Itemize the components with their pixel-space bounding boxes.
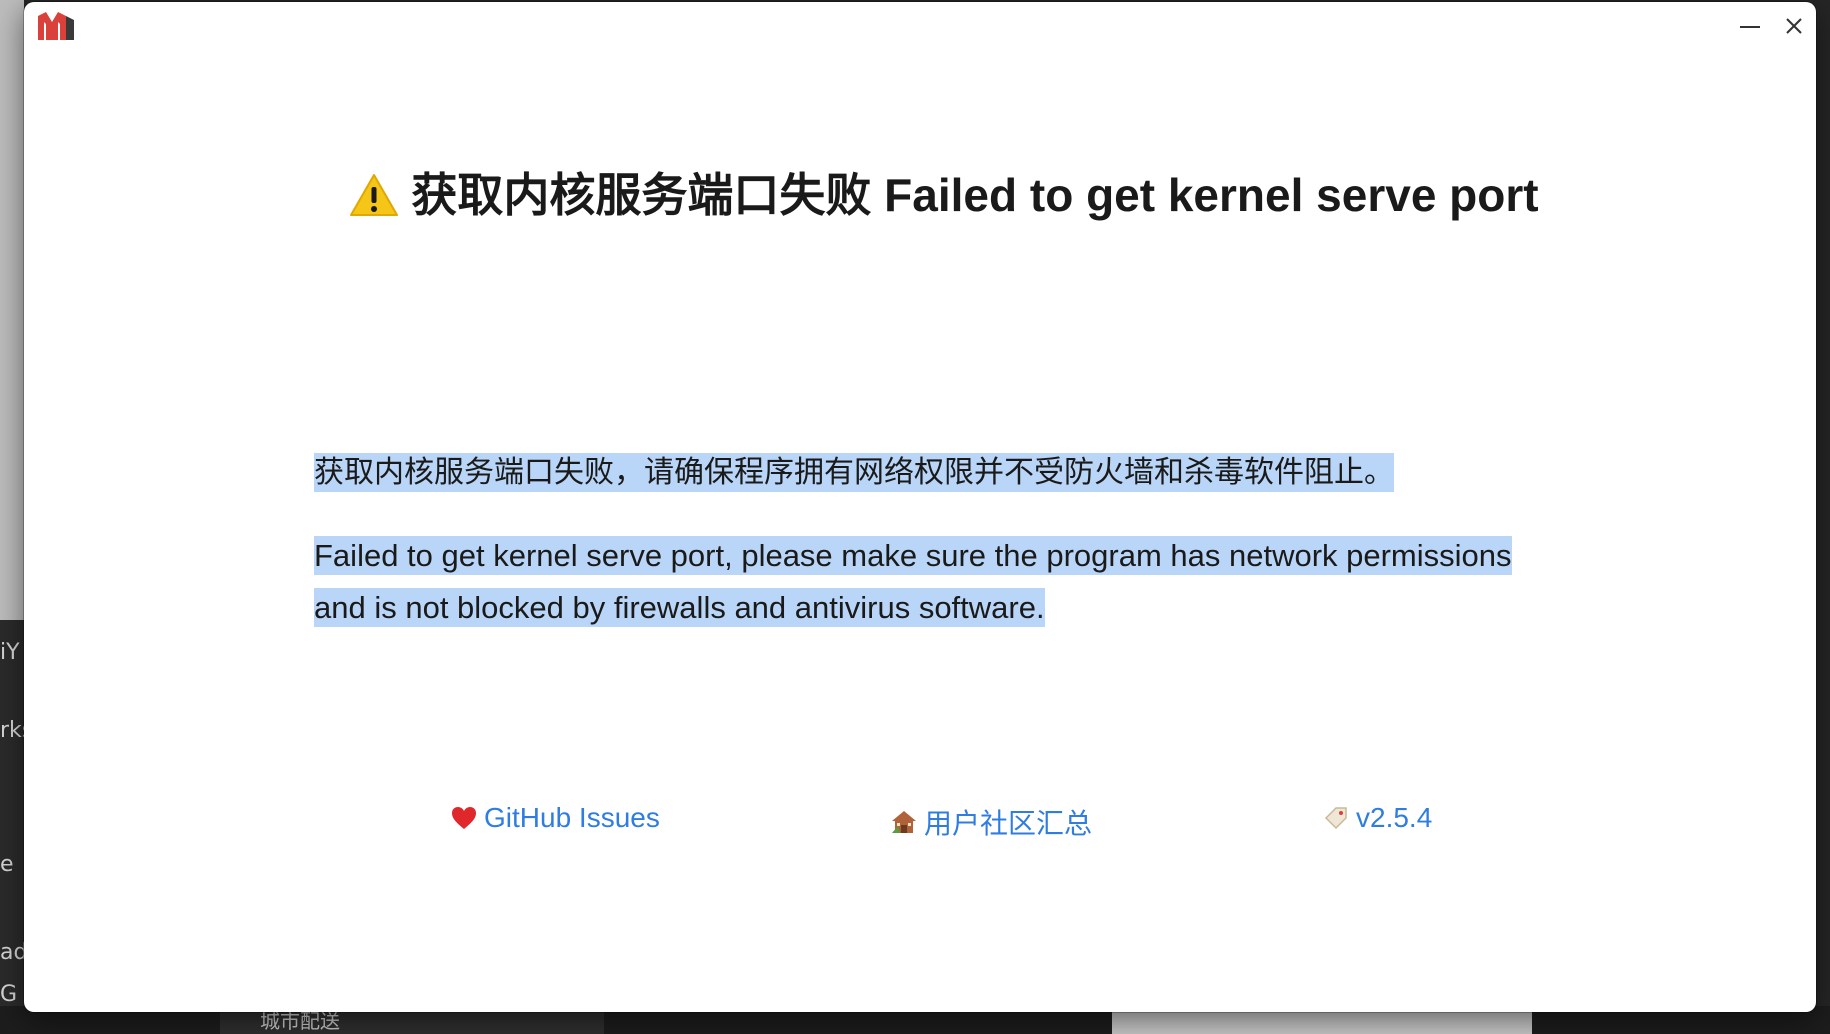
background-left-light-area bbox=[0, 0, 24, 620]
github-issues-link[interactable]: GitHub Issues bbox=[450, 802, 660, 834]
page-title-text: 获取内核服务端口失败 Failed to get kernel serve po… bbox=[411, 169, 1539, 221]
background-text-1: iY bbox=[0, 640, 20, 665]
error-message-english-text: Failed to get kernel serve port, please … bbox=[314, 536, 1512, 627]
version-link-label: v2.5.4 bbox=[1356, 802, 1433, 833]
page-title: 获取内核服务端口失败 Failed to get kernel serve po… bbox=[344, 170, 1544, 220]
background-text-5: G bbox=[0, 982, 18, 1007]
background-text-4: ad bbox=[0, 940, 24, 965]
app-logo-icon bbox=[38, 12, 74, 40]
minimize-button[interactable] bbox=[1730, 6, 1770, 46]
warning-icon bbox=[350, 174, 399, 216]
error-message-english: Failed to get kernel serve port, please … bbox=[314, 530, 1514, 634]
version-link[interactable]: v2.5.4 bbox=[1322, 802, 1432, 834]
error-message-chinese: 获取内核服务端口失败，请确保程序拥有网络权限并不受防火墙和杀毒软件阻止。 bbox=[314, 447, 1514, 499]
error-message-chinese-text: 获取内核服务端口失败，请确保程序拥有网络权限并不受防火墙和杀毒软件阻止。 bbox=[314, 453, 1394, 492]
background-text-2: rks bbox=[0, 718, 24, 743]
user-community-link[interactable]: 用户社区汇总 bbox=[890, 802, 1092, 842]
tag-icon bbox=[1324, 807, 1347, 830]
background-bottom-panel bbox=[1112, 1012, 1532, 1034]
error-dialog-window: 获取内核服务端口失败 Failed to get kernel serve po… bbox=[24, 2, 1816, 1012]
user-community-link-label: 用户社区汇总 bbox=[924, 808, 1093, 839]
close-icon bbox=[1786, 18, 1802, 34]
background-bottom-tab: 城市配送 bbox=[220, 1010, 604, 1034]
close-button[interactable] bbox=[1774, 6, 1814, 46]
house-icon bbox=[892, 811, 916, 833]
background-text-3: e bbox=[0, 852, 14, 877]
minimize-icon bbox=[1740, 26, 1760, 28]
heart-icon bbox=[452, 807, 476, 829]
github-issues-link-label: GitHub Issues bbox=[484, 802, 660, 833]
